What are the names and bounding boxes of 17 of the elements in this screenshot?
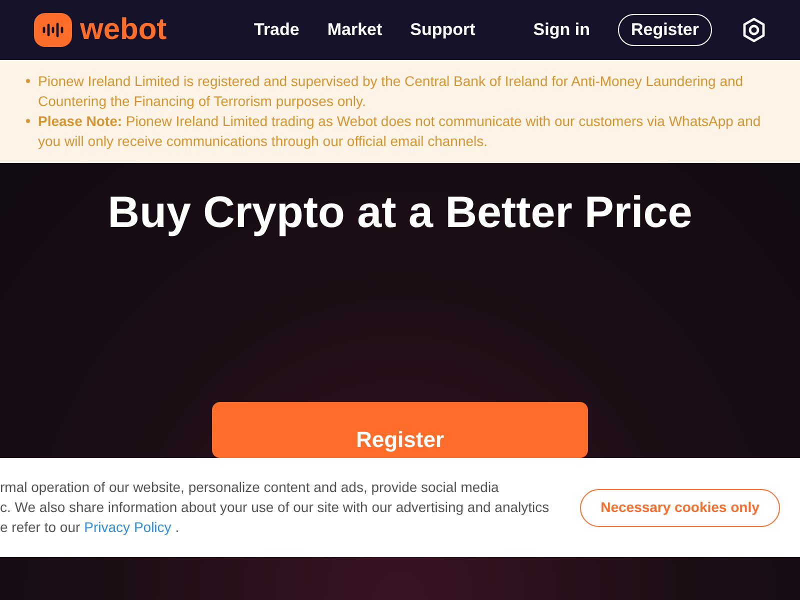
sign-in-link[interactable]: Sign in: [533, 17, 590, 43]
cookie-text: c. We also share information about your use of our site with our advertising and analytics: [0, 498, 550, 516]
cookie-text: e refer to our: [0, 518, 80, 536]
bullet-icon: [26, 79, 30, 83]
settings-icon[interactable]: [742, 17, 766, 43]
cookie-text: .: [175, 518, 180, 536]
register-button[interactable]: Register: [618, 14, 712, 46]
notice-text: Please Note: Pionew Ireland Limited trading as Webot does not communicate with our customers via WhatsApp and you will only receive communications through our official email channels.: [38, 112, 762, 151]
bullet-icon: [26, 119, 30, 123]
notice-text: Pionew Ireland Limited is registered and supervised by the Central Bank of Ireland for Anti-Money Laundering and Countering the Financing of Terrorism purposes only.: [38, 72, 744, 111]
logo-text[interactable]: webot: [80, 15, 167, 45]
logo-icon: [34, 13, 72, 47]
nav-link[interactable]: Support: [410, 17, 476, 43]
hero-title: Buy Crypto at a Better Price: [108, 187, 692, 239]
nav-link[interactable]: Market: [327, 17, 382, 43]
nav-link[interactable]: Trade: [254, 17, 300, 43]
cookie-text: rmal operation of our website, personalize content and ads, provide social media: [0, 478, 500, 496]
